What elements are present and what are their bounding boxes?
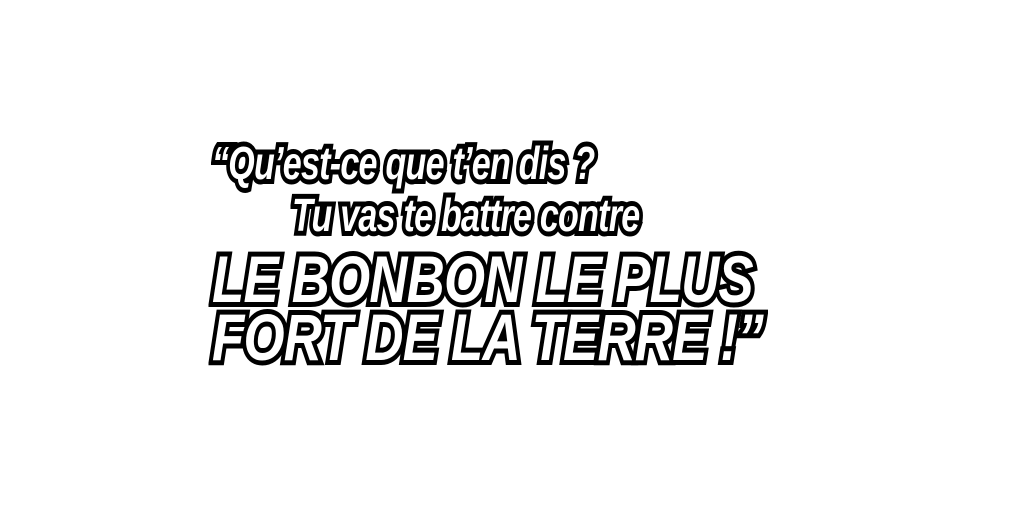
caption-line-4: FORT DE LA TERRE !” (208, 299, 768, 375)
caption-canvas: “Qu’est-ce que t’en dis ? Tu vas te batt… (0, 0, 1024, 512)
caption-line-1: “Qu’est-ce que t’en dis ? (208, 135, 599, 191)
caption-line-2: Tu vas te battre contre (288, 187, 644, 243)
